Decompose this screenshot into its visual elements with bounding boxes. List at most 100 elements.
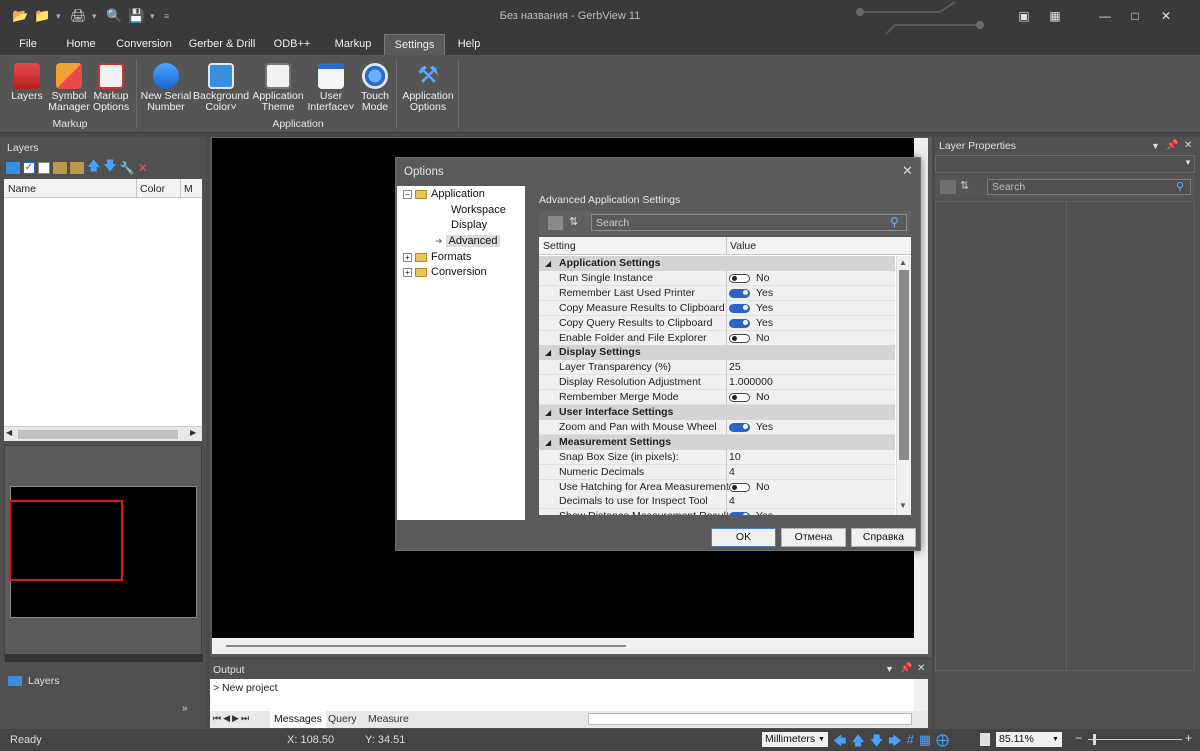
settings-row[interactable]: Decimals to use for Inspect Tool 4 — [539, 494, 895, 510]
layers-list[interactable]: Name Color M ◀ ▶ — [4, 179, 202, 441]
expand-icon[interactable]: + — [403, 267, 412, 277]
fullscreen-icon[interactable]: ▣ — [1015, 8, 1033, 24]
output-log[interactable]: > New project — [210, 679, 928, 711]
scroll-thumb[interactable] — [226, 645, 626, 647]
scroll-thumb[interactable] — [18, 430, 178, 439]
settings-row[interactable]: Enable Folder and File Explorer No — [539, 330, 895, 346]
toggle-switch[interactable] — [729, 288, 750, 298]
collapse-icon[interactable]: ◢ — [545, 345, 551, 360]
close-panel-icon[interactable]: ✕ — [1184, 140, 1192, 151]
canvas-hscroll[interactable] — [212, 638, 928, 654]
toggle-switch[interactable] — [729, 482, 750, 492]
help-button[interactable]: Справка — [851, 528, 916, 547]
application-options-button[interactable]: ⚒ Application Options — [400, 59, 456, 113]
scroll-up-icon[interactable]: ▲ — [899, 258, 907, 267]
tree-node-display[interactable]: Display — [451, 218, 487, 233]
arrow-up-icon[interactable]: 🡅 — [87, 157, 100, 179]
panel-menu-icon[interactable]: ▼ — [885, 664, 894, 674]
properties-search[interactable]: Search ⚲ — [987, 179, 1191, 195]
tab-file[interactable]: File — [12, 34, 44, 55]
pan-down-icon[interactable]: 🡇 — [870, 732, 883, 751]
toggle-switch[interactable] — [729, 393, 750, 403]
column-value[interactable]: Value — [730, 240, 756, 252]
close-panel-icon[interactable]: ✕ — [917, 663, 925, 674]
application-theme-button[interactable]: Application Theme — [251, 59, 305, 113]
settings-row[interactable]: Show Distance Measurement Result Yes — [539, 509, 895, 515]
pan-up-icon[interactable]: 🡅 — [851, 732, 864, 751]
ok-button[interactable]: OK — [711, 528, 776, 547]
toggle-switch[interactable] — [729, 273, 750, 283]
categorized-icon[interactable] — [548, 216, 563, 230]
check-all-icon[interactable]: ✓ — [23, 162, 35, 174]
tab-nav-icon[interactable]: ⏮◀▶⏭ — [213, 713, 251, 724]
expand-panel-icon[interactable]: » — [182, 703, 188, 714]
background-color-button[interactable]: Background Color˅ — [193, 59, 249, 113]
setting-value[interactable]: 4 — [729, 494, 735, 509]
settings-row[interactable]: Rembember Merge Mode No — [539, 390, 895, 406]
scroll-down-icon[interactable]: ▼ — [899, 501, 907, 510]
column-name[interactable]: Name — [8, 183, 36, 195]
pin-icon[interactable]: 📌 — [900, 663, 912, 674]
tree-node-advanced[interactable]: ➜ Advanced — [435, 234, 501, 249]
units-select[interactable]: Millimeters ▼ — [762, 732, 828, 747]
toggle-switch[interactable] — [729, 512, 750, 515]
tab-home[interactable]: Home — [60, 34, 102, 55]
settings-category-row[interactable]: ◢ Measurement Settings — [539, 434, 895, 450]
maximize-button[interactable]: □ — [1126, 8, 1144, 24]
settings-category-row[interactable]: ◢ User Interface Settings — [539, 405, 895, 420]
tab-settings[interactable]: Settings — [384, 34, 445, 55]
wrench-icon[interactable]: 🔧 — [120, 161, 135, 175]
chevron-down-icon[interactable]: ▼ — [1184, 158, 1192, 167]
pin-icon[interactable]: 📌 — [1166, 140, 1178, 151]
tab-messages[interactable]: Messages — [270, 711, 326, 728]
collapse-icon[interactable]: ◢ — [545, 405, 551, 420]
tree-node-formats[interactable]: + Formats — [403, 250, 471, 265]
settings-row[interactable]: Zoom and Pan with Mouse Wheel Yes — [539, 419, 895, 435]
touch-mode-button[interactable]: Touch Mode — [358, 59, 392, 113]
settings-row[interactable]: Remember Last Used Printer Yes — [539, 285, 895, 301]
zoom-slider-thumb[interactable] — [1093, 734, 1096, 745]
pan-left-icon[interactable]: 🡄 — [833, 732, 846, 751]
collapse-icon[interactable]: ◢ — [545, 256, 551, 271]
expand-icon[interactable]: + — [403, 252, 412, 262]
settings-search[interactable]: Search ⚲ — [591, 214, 907, 231]
markup-options-button[interactable]: Markup Options — [91, 59, 131, 113]
pan-right-icon[interactable]: 🡆 — [888, 732, 901, 751]
column-color[interactable]: Color — [140, 183, 165, 195]
settings-row[interactable]: Numeric Decimals 4 — [539, 464, 895, 480]
close-dialog-icon[interactable]: ✕ — [902, 163, 913, 179]
toggle-switch[interactable] — [729, 318, 750, 328]
viewport-rectangle[interactable] — [9, 500, 123, 581]
arrow-down-icon[interactable]: 🡇 — [103, 157, 116, 179]
tab-gerber-drill[interactable]: Gerber & Drill — [184, 34, 260, 55]
toggle-switch[interactable] — [729, 422, 750, 432]
tree-node-conversion[interactable]: + Conversion — [403, 265, 487, 280]
settings-category-row[interactable]: ◢ Display Settings — [539, 345, 895, 361]
tree-node-application[interactable]: − Application — [403, 187, 485, 202]
sort-alpha-icon[interactable]: ⇅ — [569, 215, 578, 228]
tab-odb[interactable]: ODB++ — [268, 34, 316, 55]
tab-measure[interactable]: Measure — [368, 713, 409, 725]
overview-canvas[interactable] — [9, 486, 197, 618]
user-interface-button[interactable]: User Interface˅ — [306, 59, 356, 113]
layer-selector[interactable]: ▼ — [935, 155, 1195, 173]
settings-vscroll[interactable]: ▲ ▼ — [896, 256, 911, 515]
folder-icon[interactable] — [53, 162, 67, 174]
column-setting[interactable]: Setting — [543, 240, 576, 252]
layers-hscrollbar[interactable]: ◀ ▶ — [4, 426, 202, 441]
settings-category-row[interactable]: ◢ Application Settings — [539, 256, 895, 271]
tab-query[interactable]: Query — [328, 713, 357, 725]
delete-icon[interactable]: ✕ — [138, 161, 148, 175]
settings-row[interactable]: Run Single Instance No — [539, 270, 895, 286]
layers-footer-tab[interactable]: Layers — [8, 675, 60, 687]
settings-row[interactable]: Use Hatching for Area Measurement No — [539, 479, 895, 495]
add-layer-icon[interactable] — [6, 162, 20, 174]
settings-row[interactable]: Copy Query Results to Clipboard Yes — [539, 315, 895, 331]
collapse-icon[interactable]: − — [403, 189, 412, 199]
output-vscroll[interactable] — [914, 679, 928, 711]
search-icon[interactable]: ⚲ — [890, 215, 899, 229]
toggle-switch[interactable] — [729, 333, 750, 343]
ribbon-display-icon[interactable]: ▦ — [1046, 8, 1064, 24]
search-icon[interactable]: ⚲ — [1176, 180, 1184, 193]
output-hscroll[interactable] — [588, 713, 912, 725]
